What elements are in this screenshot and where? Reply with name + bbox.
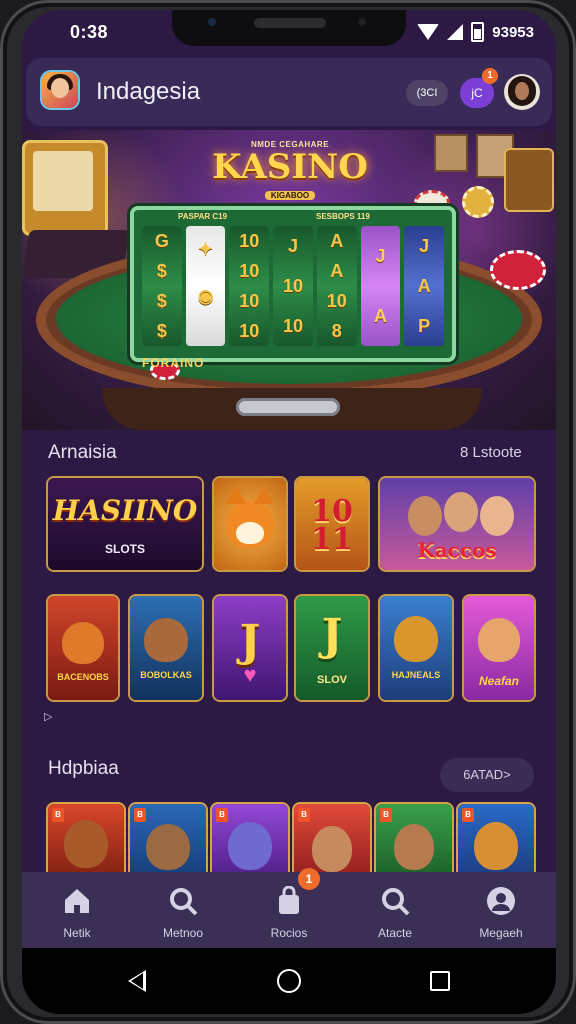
reel-4: J 10 10 — [273, 226, 313, 346]
game-tile[interactable]: 10 11 — [296, 478, 368, 570]
promo-banner[interactable]: PASPAR C19 SESBOPS 119 G $ $ $ ✦ ◉ 10 10 10 10 … — [22, 130, 556, 430]
wolf-icon — [146, 824, 190, 870]
coins-button[interactable]: (3CI — [406, 80, 448, 106]
character-icon — [312, 826, 352, 872]
status-bar: 0:38 93953 — [22, 10, 556, 54]
scroll-indicator-icon: ▷ — [44, 711, 53, 723]
fox-icon — [62, 622, 104, 664]
llama-icon — [478, 618, 520, 662]
home-icon — [65, 889, 89, 913]
battery-icon — [471, 22, 485, 42]
tag-icon: B — [462, 808, 474, 822]
section-title: Hdpbiaa — [48, 758, 119, 779]
tab-label: Atacte — [377, 926, 413, 940]
game-tile[interactable]: J SLOV — [296, 596, 368, 700]
tag-icon: B — [380, 808, 392, 822]
poker-chip-icon — [490, 250, 546, 290]
system-navigation-bar — [22, 948, 556, 1014]
tag-icon: B — [298, 808, 310, 822]
game-tile[interactable]: BOBOLKAS — [130, 596, 202, 700]
game-tile[interactable]: J ♥ — [214, 596, 286, 700]
back-icon[interactable] — [128, 970, 146, 992]
game-tile[interactable]: Kaccos — [380, 478, 534, 570]
character-icon — [480, 496, 514, 536]
table-handle — [236, 398, 340, 416]
avatar[interactable] — [504, 74, 540, 110]
tag-icon: B — [52, 808, 64, 822]
wolf-icon — [228, 822, 272, 870]
game-tile[interactable]: BACENOBS — [48, 596, 118, 700]
tab-megaeh[interactable]: Megaeh — [448, 872, 554, 948]
tab-atacte[interactable]: Atacte — [342, 872, 448, 948]
app-logo-icon[interactable] — [42, 72, 78, 108]
tab-label: Metnoo — [162, 926, 204, 940]
lion-icon — [394, 616, 438, 662]
front-camera-icon — [208, 18, 216, 26]
reel-1: G $ $ $ — [142, 226, 182, 346]
tab-notification-badge: 1 — [298, 868, 320, 890]
character-icon — [394, 824, 434, 870]
tab-home[interactable]: Netik — [24, 872, 130, 948]
tab-label: Netik — [63, 926, 91, 940]
earpiece-speaker — [254, 18, 326, 28]
reel-footer-label: FORAINO — [142, 356, 205, 370]
game-tile[interactable]: HASIINO SLOTS — [48, 478, 202, 570]
game-tile[interactable] — [214, 478, 286, 570]
slot-reels: PASPAR C19 SESBOPS 119 G $ $ $ ✦ ◉ 10 10 10 10 … — [130, 206, 456, 362]
slot-machine-illustration — [504, 148, 554, 212]
tag-icon: B — [134, 808, 146, 822]
tab-rocios[interactable]: Rocios — [236, 872, 342, 948]
search-icon — [382, 888, 410, 916]
slot-machine-illustration — [22, 140, 108, 236]
status-time: 0:38 — [70, 22, 109, 42]
recents-icon[interactable] — [430, 971, 450, 991]
reel-header-left: PASPAR C19 — [178, 212, 228, 221]
home-circle-icon[interactable] — [277, 969, 301, 993]
reel-3: 10 10 10 10 — [229, 226, 270, 346]
see-all-button[interactable]: 6ATAD> — [440, 758, 534, 792]
poker-chip-icon — [462, 186, 494, 218]
bag-icon — [279, 886, 299, 914]
wifi-icon — [417, 24, 440, 40]
character-icon — [444, 492, 478, 532]
reel-header-right: SESBOPS 119 — [316, 212, 370, 221]
wolf-icon — [144, 618, 188, 662]
tab-label: Rocios — [270, 926, 308, 940]
status-icons: 93953 — [417, 22, 534, 42]
fox-icon — [64, 820, 108, 868]
character-icon — [408, 496, 442, 536]
app-header: Indagesia (3CI jC 1 — [26, 58, 552, 126]
reel-2: ✦ ◉ — [185, 226, 226, 346]
phone-frame: 0:38 93953 Indagesia (3CI jC 1 PASPAR C1… — [0, 0, 576, 1024]
bottom-tab-bar: Netik Metnoo Rocios Atacte Megaeh — [22, 872, 556, 948]
search-icon — [170, 888, 198, 916]
tab-label: Megaeh — [479, 926, 523, 940]
signal-icon — [447, 24, 464, 40]
screen: 0:38 93953 Indagesia (3CI jC 1 PASPAR C1… — [22, 10, 556, 1014]
app-title: Indagesia — [96, 78, 201, 105]
section-title: Arnaisia — [48, 442, 117, 463]
notification-badge: 1 — [482, 68, 498, 84]
reel-7: JAP — [404, 226, 445, 346]
heart-icon: ♥ — [243, 662, 257, 687]
game-tile[interactable]: Neafan — [464, 596, 534, 700]
tab-metnoo[interactable]: Metnoo — [130, 872, 236, 948]
see-all-link[interactable]: 8 Lstoote — [460, 444, 522, 461]
camera-notch — [172, 10, 406, 46]
wall-frame-illustration — [434, 134, 468, 172]
lion-icon — [474, 822, 518, 870]
sensor-icon — [358, 18, 366, 26]
user-icon — [487, 887, 515, 915]
reel-5: A A 10 8 — [316, 226, 357, 346]
status-battery-text: 93953 — [492, 23, 534, 41]
reel-6: JA — [360, 226, 401, 346]
game-tile[interactable]: HAJNEALS — [380, 596, 452, 700]
tag-icon: B — [216, 808, 228, 822]
kasino-logo: NMDE CEGAHARE KASINO KIGABOO — [212, 140, 368, 200]
